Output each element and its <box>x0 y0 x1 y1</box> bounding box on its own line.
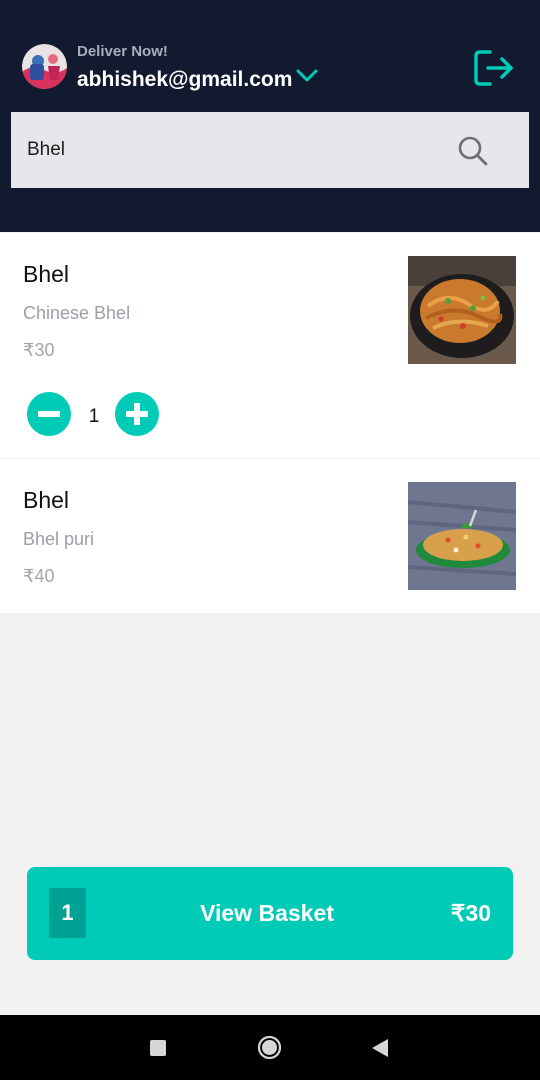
quantity-value: 1 <box>88 406 100 427</box>
basket-label: View Basket <box>200 900 334 926</box>
back-icon[interactable] <box>371 1038 389 1058</box>
view-basket-button[interactable]: 1 View Basket ₹30 <box>27 867 513 960</box>
search-bar <box>11 112 529 188</box>
item-image <box>408 256 516 364</box>
search-input[interactable] <box>27 134 427 166</box>
list-item[interactable]: Bhel Chinese Bhel ₹30 1 <box>0 233 540 458</box>
increase-quantity-button[interactable] <box>115 392 159 436</box>
system-navigation-bar <box>0 1015 540 1080</box>
list-item[interactable]: Bhel Bhel puri ₹40 <box>0 459 540 613</box>
item-price: ₹30 <box>23 340 55 360</box>
decrease-quantity-button[interactable] <box>27 392 71 436</box>
basket-count-badge: 1 <box>49 888 86 938</box>
item-image <box>408 482 516 590</box>
user-avatar[interactable] <box>22 44 67 89</box>
recent-apps-icon[interactable] <box>150 1040 166 1056</box>
logout-icon[interactable] <box>472 48 516 88</box>
home-icon[interactable] <box>257 1035 282 1060</box>
item-name: Bhel <box>23 487 70 513</box>
basket-total: ₹30 <box>450 900 491 926</box>
app-header: Deliver Now! abhishek@gmail.com <box>0 0 540 232</box>
item-description: Bhel puri <box>23 529 95 549</box>
chevron-down-icon[interactable] <box>296 68 318 84</box>
search-icon[interactable] <box>457 135 489 167</box>
item-description: Chinese Bhel <box>23 303 131 323</box>
account-email[interactable]: abhishek@gmail.com <box>77 68 292 92</box>
item-name: Bhel <box>23 261 70 287</box>
deliver-now-label: Deliver Now! <box>77 43 168 60</box>
item-price: ₹40 <box>23 566 55 586</box>
